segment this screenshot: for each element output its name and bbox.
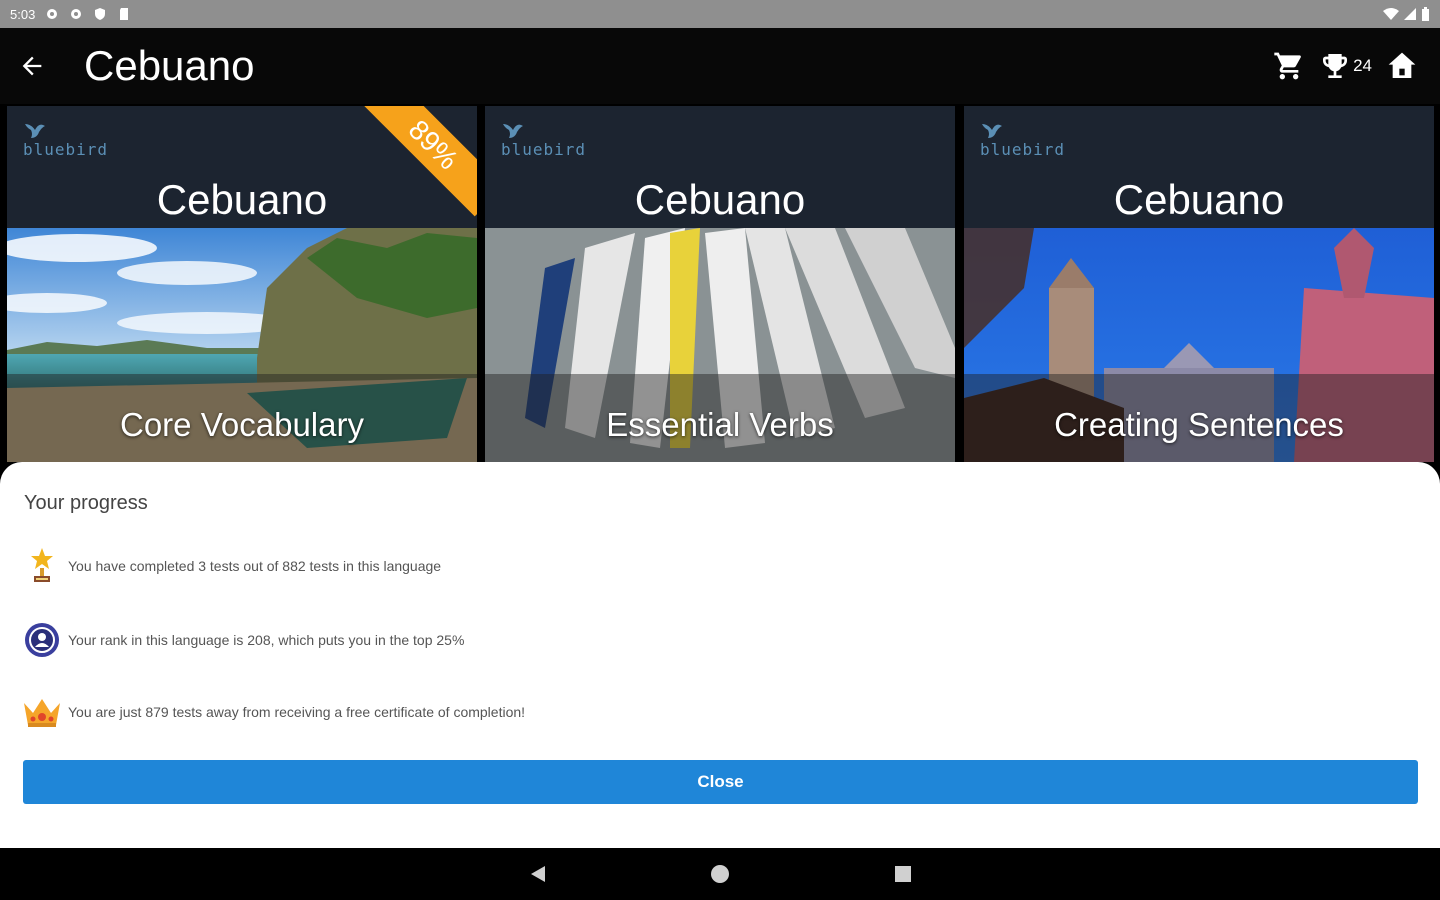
- sd-card-icon: [120, 8, 129, 20]
- card-subtitle: Core Vocabulary: [120, 406, 364, 443]
- course-card-creating-sentences[interactable]: bluebird Cebuano Creating Sentences: [964, 106, 1434, 462]
- battery-icon: [1422, 7, 1429, 21]
- status-bar-left: 5:03: [10, 7, 131, 22]
- shield-icon: [95, 8, 106, 20]
- rank-medal-icon: [22, 620, 62, 660]
- course-cards: bluebird Cebuano Core Vocabulary 89% blu…: [0, 104, 1440, 464]
- trophy-count: 24: [1353, 56, 1372, 75]
- status-bar-right: [1383, 7, 1430, 21]
- home-button[interactable]: [1386, 50, 1418, 82]
- status-bar: 5:03: [0, 0, 1440, 28]
- card-header: bluebird Cebuano: [485, 106, 955, 228]
- brand-logo: bluebird: [501, 120, 586, 159]
- brand-name: bluebird: [980, 140, 1066, 159]
- card-language: Cebuano: [634, 176, 806, 223]
- system-nav-bar: [0, 848, 1440, 900]
- signal-icon: [1404, 8, 1416, 20]
- progress-heading: Your progress: [24, 492, 148, 514]
- nav-back-button[interactable]: [523, 860, 553, 888]
- nav-recents-icon: [895, 866, 911, 882]
- card-subtitle: Creating Sentences: [1054, 406, 1344, 443]
- nav-back-icon: [531, 866, 545, 882]
- crown-icon: [22, 692, 62, 732]
- progress-text: You are just 879 tests away from receivi…: [68, 704, 526, 720]
- trophy-button[interactable]: 24: [1319, 50, 1372, 82]
- bluebird-icon: [25, 124, 45, 138]
- status-time: 5:03: [10, 6, 36, 22]
- card-language: Cebuano: [156, 176, 328, 223]
- cart-icon: [1274, 52, 1301, 80]
- app-bar-actions: 24: [1273, 50, 1418, 82]
- progress-item-certificate: You are just 879 tests away from receivi…: [22, 692, 525, 732]
- close-button[interactable]: Close: [23, 760, 1418, 804]
- progress-text: You have completed 3 tests out of 882 te…: [68, 558, 442, 574]
- trophy-icon: [1323, 54, 1348, 78]
- progress-item-rank: Your rank in this language is 208, which…: [22, 620, 464, 660]
- course-card-essential-verbs[interactable]: bluebird Cebuano Essential Verbs: [485, 106, 955, 462]
- cart-button[interactable]: [1273, 50, 1305, 82]
- bluebird-icon: [982, 124, 1002, 138]
- app-bar: Cebuano 24: [0, 28, 1440, 104]
- wifi-icon: [1383, 8, 1399, 20]
- nav-home-icon: [711, 865, 729, 883]
- bluebird-icon: [503, 124, 523, 138]
- back-button[interactable]: [2, 36, 62, 96]
- brand-name: bluebird: [501, 140, 587, 159]
- nav-recents-button[interactable]: [888, 860, 918, 888]
- brand-logo: bluebird: [23, 120, 108, 159]
- trophy-star-icon: [22, 546, 62, 586]
- settings-icon: [71, 9, 82, 19]
- back-arrow-icon: [22, 56, 42, 76]
- page-title: Cebuano: [84, 42, 255, 89]
- progress-item-completed: You have completed 3 tests out of 882 te…: [22, 546, 441, 586]
- card-subtitle: Essential Verbs: [606, 406, 834, 443]
- settings-icon: [47, 9, 58, 19]
- brand-name: bluebird: [23, 140, 109, 159]
- home-icon: [1388, 52, 1416, 78]
- card-language: Cebuano: [1113, 176, 1285, 223]
- progress-sheet: Your progress You have completed 3 tests…: [0, 462, 1440, 848]
- card-header: bluebird Cebuano: [964, 106, 1434, 228]
- nav-home-button[interactable]: [705, 860, 735, 888]
- progress-text: Your rank in this language is 208, which…: [68, 632, 465, 648]
- course-card-core-vocabulary[interactable]: bluebird Cebuano Core Vocabulary 89%: [7, 106, 477, 462]
- brand-logo: bluebird: [980, 120, 1065, 159]
